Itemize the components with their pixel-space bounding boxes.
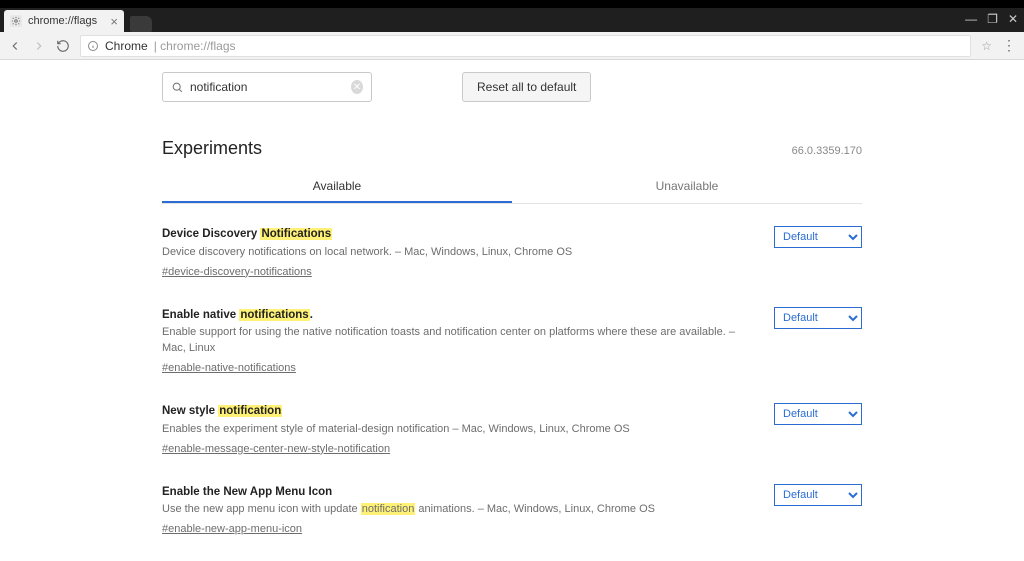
- search-clear-icon[interactable]: ✕: [351, 80, 363, 94]
- nav-forward-button[interactable]: [32, 39, 46, 53]
- flag-dropdown[interactable]: Default: [774, 307, 862, 329]
- flags-list: Device Discovery Notifications Device dis…: [162, 226, 862, 538]
- address-bar[interactable]: Chrome | chrome://flags: [80, 35, 971, 57]
- tab-available[interactable]: Available: [162, 169, 512, 203]
- flag-row: Enable the New App Menu IconUse the new …: [162, 484, 862, 539]
- flag-dropdown[interactable]: Default: [774, 226, 862, 248]
- tab-strip: chrome://flags × — ❐ ✕: [0, 8, 1024, 32]
- flag-title: Enable the New App Menu Icon: [162, 484, 756, 501]
- flag-dropdown[interactable]: Default: [774, 403, 862, 425]
- tab-favicon: [10, 15, 22, 27]
- browser-toolbar: Chrome | chrome://flags ☆ ⋮: [0, 32, 1024, 60]
- flag-row: New style notification Enables the experi…: [162, 403, 862, 458]
- tab-close-icon[interactable]: ×: [110, 15, 118, 28]
- tab-title: chrome://flags: [28, 15, 97, 27]
- flag-anchor-link[interactable]: #enable-message-center-new-style-notific…: [162, 443, 390, 455]
- flag-description: Device discovery notifications on local …: [162, 245, 756, 261]
- flags-tabs: Available Unavailable: [162, 169, 862, 204]
- flag-anchor-link[interactable]: #enable-native-notifications: [162, 362, 296, 374]
- flag-description: Enables the experiment style of material…: [162, 422, 756, 438]
- site-info-icon: [87, 40, 99, 52]
- address-path: | chrome://flags: [154, 39, 236, 53]
- flag-anchor-link[interactable]: #device-discovery-notifications: [162, 266, 312, 278]
- nav-back-button[interactable]: [8, 39, 22, 53]
- flag-row: Device Discovery Notifications Device dis…: [162, 226, 862, 281]
- new-tab-button[interactable]: [130, 16, 152, 32]
- flag-description: Use the new app menu icon with update no…: [162, 502, 756, 518]
- flag-row: Enable native notifications.Enable suppo…: [162, 307, 862, 377]
- flag-title: Enable native notifications.: [162, 307, 756, 324]
- browser-tab-flags[interactable]: chrome://flags ×: [4, 10, 124, 32]
- address-origin: Chrome: [105, 39, 148, 53]
- window-close-button[interactable]: ✕: [1008, 12, 1018, 26]
- flags-search-input[interactable]: [190, 80, 345, 94]
- window-titlebar: [0, 0, 1024, 8]
- page-viewport[interactable]: ✕ Reset all to default Experiments 66.0.…: [0, 60, 1024, 561]
- chrome-version: 66.0.3359.170: [792, 145, 862, 157]
- flag-dropdown[interactable]: Default: [774, 484, 862, 506]
- bookmark-star-icon[interactable]: ☆: [981, 39, 992, 53]
- flag-title: Device Discovery Notifications: [162, 226, 756, 243]
- page-title: Experiments: [162, 138, 262, 159]
- window-maximize-button[interactable]: ❐: [987, 12, 998, 26]
- flags-search-box[interactable]: ✕: [162, 72, 372, 102]
- window-minimize-button[interactable]: —: [965, 12, 977, 26]
- tab-unavailable[interactable]: Unavailable: [512, 169, 862, 203]
- search-icon: [171, 81, 184, 94]
- reset-all-button[interactable]: Reset all to default: [462, 72, 591, 102]
- flag-description: Enable support for using the native noti…: [162, 325, 756, 357]
- flag-title: New style notification: [162, 403, 756, 420]
- nav-reload-button[interactable]: [56, 39, 70, 53]
- flag-anchor-link[interactable]: #enable-new-app-menu-icon: [162, 523, 302, 535]
- chrome-menu-button[interactable]: ⋮: [1002, 37, 1016, 54]
